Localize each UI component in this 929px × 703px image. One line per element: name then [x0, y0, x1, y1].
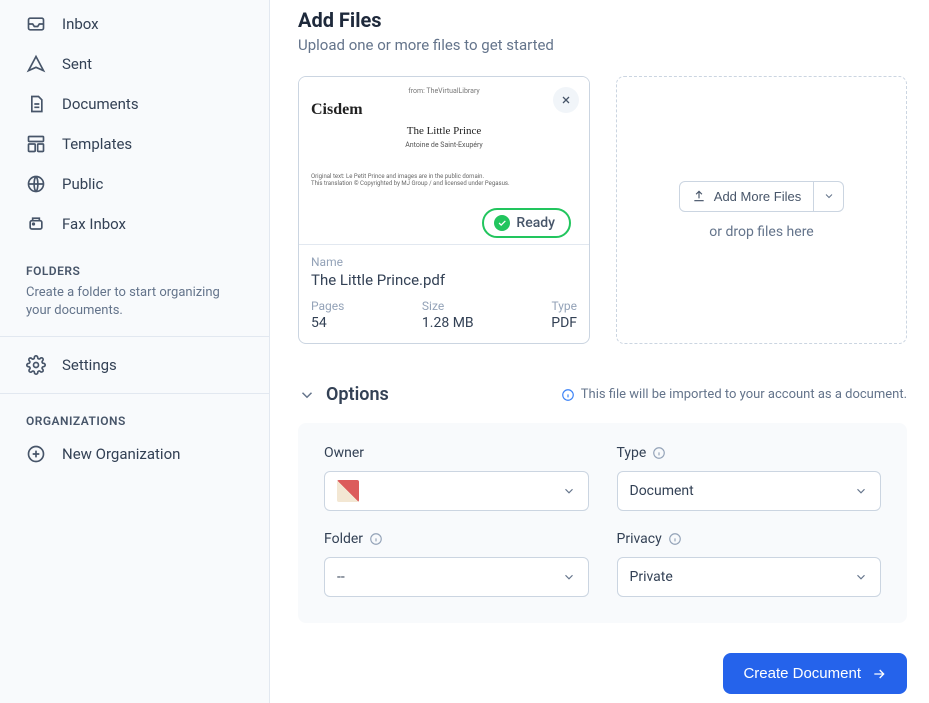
- documents-icon: [26, 94, 46, 114]
- info-icon: [369, 532, 383, 546]
- owner-field: Owner: [324, 445, 589, 511]
- public-icon: [26, 174, 46, 194]
- add-more-files-button[interactable]: Add More Files: [679, 181, 814, 212]
- file-name: The Little Prince.pdf: [311, 271, 577, 289]
- folder-label: Folder: [324, 531, 589, 547]
- sidebar: Inbox Sent Documents Templates Public Fa…: [0, 0, 270, 703]
- options-toggle[interactable]: Options: [298, 384, 389, 405]
- upload-icon: [692, 189, 706, 203]
- chevron-down-icon: [562, 484, 576, 498]
- options-header: Options This file will be imported to yo…: [298, 384, 907, 405]
- pages-label: Pages: [311, 299, 344, 313]
- organizations-heading: ORGANIZATIONS: [0, 394, 269, 434]
- folder-field: Folder --: [324, 531, 589, 597]
- type-field: Type Document: [617, 445, 882, 511]
- nav-fax-inbox[interactable]: Fax Inbox: [0, 204, 269, 244]
- drop-hint: or drop files here: [709, 224, 813, 240]
- privacy-value: Private: [630, 569, 673, 585]
- thumb-brand: Cisdem: [311, 101, 577, 119]
- privacy-label: Privacy: [617, 531, 882, 547]
- owner-select[interactable]: [324, 471, 589, 511]
- options-panel: Owner Type Document Folder --: [298, 423, 907, 623]
- add-more-group: Add More Files: [679, 181, 844, 212]
- info-icon: [561, 388, 575, 402]
- folders-heading: FOLDERS: [0, 244, 269, 284]
- type-label: Type: [551, 299, 577, 313]
- remove-file-button[interactable]: [553, 87, 579, 113]
- page-subtitle: Upload one or more files to get started: [298, 36, 907, 54]
- action-row: Create Document: [298, 653, 907, 694]
- type-label: Type: [617, 445, 882, 461]
- nav-label: Sent: [62, 55, 92, 73]
- file-meta-row: Pages 54 Size 1.28 MB Type PDF: [311, 299, 577, 331]
- nav-label: Settings: [62, 356, 117, 374]
- nav-label: Public: [62, 175, 103, 193]
- nav-documents[interactable]: Documents: [0, 84, 269, 124]
- folder-select[interactable]: --: [324, 557, 589, 597]
- type-value: PDF: [551, 315, 577, 331]
- check-circle-icon: [494, 215, 510, 231]
- thumb-author: Antoine de Saint-Exupéry: [311, 141, 577, 149]
- thumb-title: The Little Prince: [311, 125, 577, 137]
- owner-label: Owner: [324, 445, 589, 461]
- privacy-field: Privacy Private: [617, 531, 882, 597]
- thumb-source: from: TheVirtualLibrary: [311, 87, 577, 95]
- file-card: from: TheVirtualLibrary Cisdem The Littl…: [298, 76, 590, 344]
- add-more-label: Add More Files: [714, 189, 801, 204]
- chevron-down-icon: [823, 190, 835, 202]
- ready-badge: Ready: [482, 208, 571, 238]
- type-value: Document: [630, 483, 694, 499]
- nav-label: Inbox: [62, 15, 99, 33]
- nav-templates[interactable]: Templates: [0, 124, 269, 164]
- fax-icon: [26, 214, 46, 234]
- nav-label: Documents: [62, 95, 139, 113]
- close-icon: [560, 94, 572, 106]
- import-info-text: This file will be imported to your accou…: [581, 387, 907, 402]
- thumb-body-text: Original text: Le Petit Prince and image…: [311, 173, 577, 187]
- add-more-dropdown-button[interactable]: [814, 181, 844, 212]
- file-thumbnail: from: TheVirtualLibrary Cisdem The Littl…: [299, 77, 589, 245]
- info-icon: [652, 446, 666, 460]
- plus-circle-icon: [26, 444, 46, 464]
- dropzone[interactable]: Add More Files or drop files here: [616, 76, 907, 344]
- nav-inbox[interactable]: Inbox: [0, 4, 269, 44]
- options-title: Options: [326, 384, 389, 405]
- size-label: Size: [422, 299, 474, 313]
- import-info: This file will be imported to your accou…: [561, 387, 907, 402]
- chevron-down-icon: [298, 386, 316, 404]
- nav-sent[interactable]: Sent: [0, 44, 269, 84]
- create-label: Create Document: [743, 665, 861, 682]
- type-select[interactable]: Document: [617, 471, 882, 511]
- size-value: 1.28 MB: [422, 315, 474, 331]
- chevron-down-icon: [854, 484, 868, 498]
- page-title: Add Files: [298, 8, 907, 32]
- file-card-body: Name The Little Prince.pdf Pages 54 Size…: [299, 245, 589, 343]
- sent-icon: [26, 54, 46, 74]
- chevron-down-icon: [562, 570, 576, 584]
- gear-icon: [26, 355, 46, 375]
- arrow-right-icon: [871, 666, 887, 682]
- folders-subtext: Create a folder to start organizing your…: [0, 284, 269, 336]
- folder-value: --: [337, 569, 345, 585]
- templates-icon: [26, 134, 46, 154]
- files-row: from: TheVirtualLibrary Cisdem The Littl…: [298, 76, 907, 344]
- ready-label: Ready: [516, 215, 555, 231]
- new-organization-button[interactable]: New Organization: [0, 434, 269, 474]
- pages-value: 54: [311, 315, 344, 331]
- privacy-select[interactable]: Private: [617, 557, 882, 597]
- nav-public[interactable]: Public: [0, 164, 269, 204]
- name-label: Name: [311, 255, 577, 269]
- nav-label: Templates: [62, 135, 132, 153]
- info-icon: [668, 532, 682, 546]
- inbox-icon: [26, 14, 46, 34]
- nav-label: New Organization: [62, 445, 180, 463]
- owner-avatar: [337, 480, 359, 502]
- nav-label: Fax Inbox: [62, 215, 126, 233]
- create-document-button[interactable]: Create Document: [723, 653, 907, 694]
- main-content: Add Files Upload one or more files to ge…: [270, 0, 929, 703]
- nav-settings[interactable]: Settings: [0, 337, 269, 393]
- chevron-down-icon: [854, 570, 868, 584]
